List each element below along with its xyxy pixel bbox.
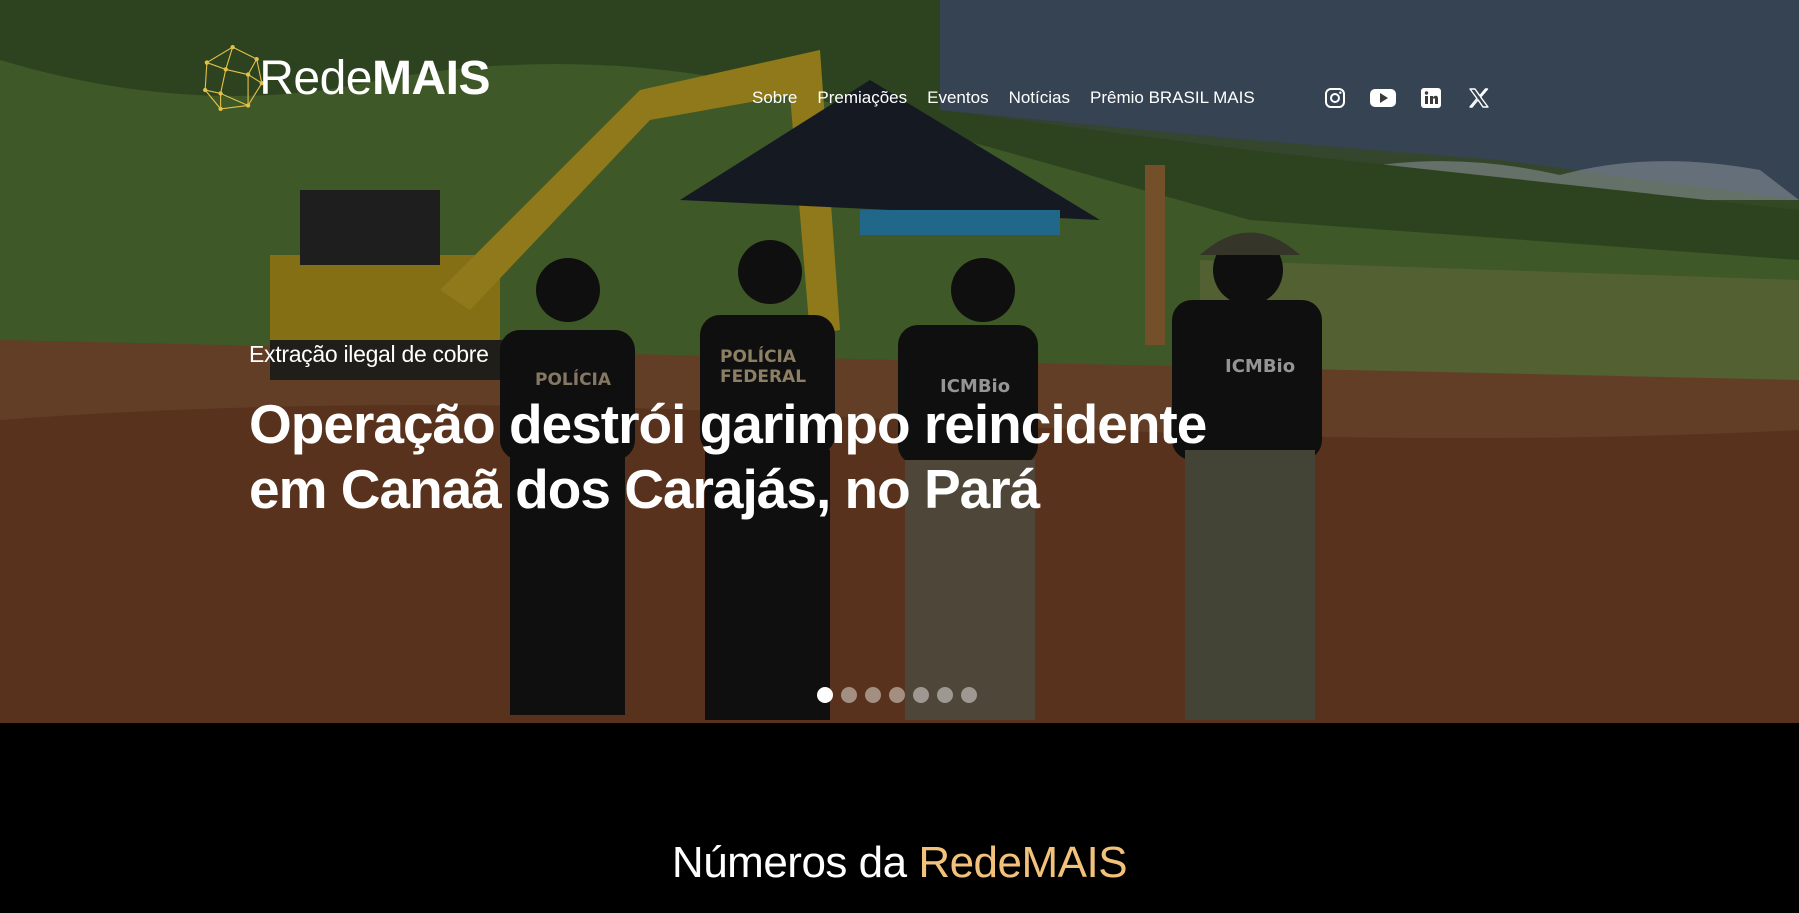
brand-name: RedeMAIS [259,51,490,106]
carousel-dot-7[interactable] [961,687,977,703]
hero-category[interactable]: Extração ilegal de cobre [249,341,489,368]
hero-carousel[interactable]: POLÍCIA POLÍCIA FEDERAL ICMBio ICMBio Re… [0,0,1799,723]
linkedin-icon[interactable] [1418,85,1444,111]
top-navigation: RedeMAIS Sobre Premiações Eventos Notíci… [0,0,1799,140]
carousel-dot-6[interactable] [937,687,953,703]
network-globe-icon [203,44,264,112]
carousel-dot-4[interactable] [889,687,905,703]
nav-link-premiacoes[interactable]: Premiações [817,88,907,108]
brand-name-part2: MAIS [372,51,491,105]
carousel-pagination [817,687,977,703]
main-menu: Sobre Premiações Eventos Notícias Prêmio… [752,88,1255,108]
carousel-dot-2[interactable] [841,687,857,703]
social-links [1322,85,1492,111]
hero-headline[interactable]: Operação destrói garimpo reincidente em … [249,392,1209,522]
brand-logo[interactable]: RedeMAIS [200,38,491,118]
nav-link-premio-brasil-mais[interactable]: Prêmio BRASIL MAIS [1090,88,1255,108]
brand-name-part1: Rede [259,51,372,105]
numbers-title-accent: RedeMAIS [918,838,1128,887]
instagram-icon[interactable] [1322,85,1348,111]
x-icon[interactable] [1466,85,1492,111]
youtube-icon[interactable] [1370,85,1396,111]
carousel-dot-3[interactable] [865,687,881,703]
nav-link-noticias[interactable]: Notícias [1009,88,1070,108]
nav-link-sobre[interactable]: Sobre [752,88,797,108]
carousel-dot-1[interactable] [817,687,833,703]
carousel-dot-5[interactable] [913,687,929,703]
nav-link-eventos[interactable]: Eventos [927,88,988,108]
numbers-title-prefix: Números da [671,838,919,887]
numbers-section-title: Números da RedeMAIS [0,838,1799,888]
